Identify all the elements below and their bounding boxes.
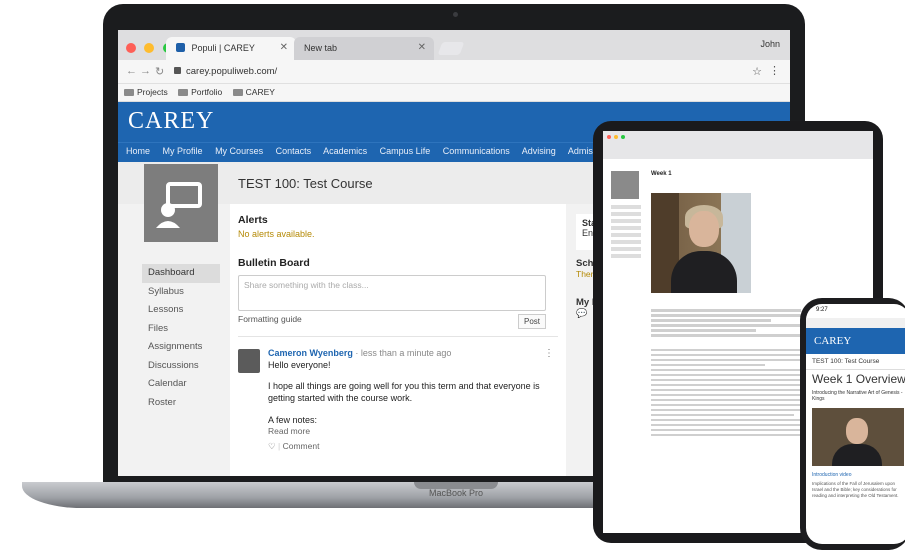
bookmark-portfolio[interactable]: Portfolio xyxy=(178,87,222,97)
tablet-sidebar xyxy=(611,171,641,261)
nav-academics[interactable]: Academics xyxy=(323,146,367,156)
lock-icon xyxy=(174,67,181,74)
sidebar-item-syllabus[interactable]: Syllabus xyxy=(142,283,220,302)
post-author[interactable]: Cameron Wyenberg xyxy=(268,348,353,358)
close-window-icon[interactable] xyxy=(126,43,136,53)
maximize-window-icon[interactable] xyxy=(621,135,626,139)
bulletin-post: Cameron Wyenberg · less than a minute ag… xyxy=(238,347,558,453)
forward-icon[interactable]: → xyxy=(140,65,151,77)
post-menu-icon[interactable]: ⋮ xyxy=(544,347,554,361)
folder-icon xyxy=(232,89,243,96)
nav-communications[interactable]: Communications xyxy=(443,146,510,156)
phone-device: 9:27 CAREY TEST 100: Test Course Week 1 … xyxy=(800,298,905,550)
nav-advising[interactable]: Advising xyxy=(522,146,556,156)
tab-label: New tab xyxy=(304,43,338,53)
bookmark-carey[interactable]: CAREY xyxy=(232,87,275,97)
close-tab-icon[interactable]: ✕ xyxy=(280,42,288,53)
url-text: carey.populiweb.com/ xyxy=(186,66,278,77)
phone-course-title: TEST 100: Test Course xyxy=(806,354,905,370)
minimize-window-icon[interactable] xyxy=(144,43,155,53)
bookmark-label: CAREY xyxy=(245,87,275,97)
minimize-window-icon[interactable] xyxy=(614,135,619,139)
alerts-heading: Alerts xyxy=(238,214,268,226)
lesson-text-block xyxy=(651,309,801,337)
course-sidebar: Dashboard Syllabus Lessons Files Assignm… xyxy=(142,264,220,412)
sidebar-item-roster[interactable]: Roster xyxy=(142,394,220,413)
post-time: · less than a minute ago xyxy=(355,348,452,358)
post-button[interactable]: Post xyxy=(517,314,546,329)
bookmark-star-icon[interactable]: ☆ xyxy=(752,65,762,78)
address-bar-row: ← → ↻ carey.populiweb.com/ ☆ ⋮ xyxy=(118,60,790,84)
course-title: TEST 100: Test Course xyxy=(238,176,373,191)
phone-logo[interactable]: CAREY xyxy=(806,328,905,354)
carey-logo[interactable]: CAREY xyxy=(128,108,214,135)
phone-status-time: 9:27 xyxy=(816,307,828,313)
folder-icon xyxy=(124,89,134,96)
phone-lesson-video[interactable] xyxy=(812,408,904,466)
sidebar-item-calendar[interactable]: Calendar xyxy=(142,375,220,394)
close-window-icon[interactable] xyxy=(607,135,611,139)
phone-lesson-subtitle: Introducing the Narrative Art of Genesis… xyxy=(812,390,903,402)
post-notes: A few notes: xyxy=(268,414,318,425)
nav-contacts[interactable]: Contacts xyxy=(276,146,312,156)
new-tab-button[interactable] xyxy=(437,42,465,55)
bulletin-heading: Bulletin Board xyxy=(238,257,310,269)
dashboard-content: Alerts No alerts available. Bulletin Boa… xyxy=(230,204,566,476)
comment-link[interactable]: Comment xyxy=(283,441,320,451)
nav-campus-life[interactable]: Campus Life xyxy=(380,146,431,156)
sidebar-item-dashboard[interactable]: Dashboard xyxy=(142,264,220,283)
phone-screen: 9:27 CAREY TEST 100: Test Course Week 1 … xyxy=(806,304,905,544)
read-more-link[interactable]: Read more xyxy=(268,426,558,437)
post-actions: ♡ | Comment xyxy=(268,441,320,452)
bulletin-toolbar: Formatting guide Post xyxy=(238,314,546,330)
browser-menu-icon[interactable]: ⋮ xyxy=(769,64,780,77)
bookmark-label: Projects xyxy=(137,87,168,97)
lesson-video[interactable] xyxy=(651,193,751,293)
browser-tab-new[interactable]: New tab ✕ xyxy=(294,37,434,60)
profile-name[interactable]: John xyxy=(760,39,780,49)
browser-tab-populi[interactable]: Populi | CAREY ✕ xyxy=(166,37,296,60)
phone-video-link[interactable]: Introduction video xyxy=(806,470,905,480)
post-body: I hope all things are going well for you… xyxy=(268,381,540,404)
avatar[interactable] xyxy=(238,349,260,373)
nav-home[interactable]: Home xyxy=(126,146,150,156)
nav-my-profile[interactable]: My Profile xyxy=(163,146,203,156)
window-controls xyxy=(607,135,627,140)
bookmarks-bar: Projects Portfolio CAREY xyxy=(118,84,790,102)
favicon-icon xyxy=(176,43,185,52)
sidebar-item-files[interactable]: Files xyxy=(142,320,220,339)
bulletin-input[interactable]: Share something with the class... xyxy=(238,275,546,311)
close-tab-icon[interactable]: ✕ xyxy=(418,42,426,53)
browser-tabbar: Populi | CAREY ✕ New tab ✕ John xyxy=(118,30,790,60)
folder-icon xyxy=(178,89,189,96)
nav-my-courses[interactable]: My Courses xyxy=(215,146,263,156)
phone-week-title: Week 1 Overview xyxy=(812,372,905,386)
post-greeting: Hello everyone! xyxy=(268,360,331,371)
alerts-text: No alerts available. xyxy=(238,229,315,239)
bookmark-label: Portfolio xyxy=(191,87,223,97)
camera-dot xyxy=(453,12,458,17)
course-presentation-icon xyxy=(144,164,218,242)
sidebar-item-discussions[interactable]: Discussions xyxy=(142,357,220,376)
sidebar-item-assignments[interactable]: Assignments xyxy=(142,338,220,357)
bookmark-projects[interactable]: Projects xyxy=(124,87,168,97)
phone-lesson-text: Implications of the Fall of Jerusalem up… xyxy=(812,481,899,498)
reload-icon[interactable]: ↻ xyxy=(155,65,164,78)
sidebar-item-lessons[interactable]: Lessons xyxy=(142,301,220,320)
tablet-week-title: Week 1 xyxy=(651,171,672,177)
divider xyxy=(238,336,558,337)
tab-label: Populi | CAREY xyxy=(191,43,255,53)
back-icon[interactable]: ← xyxy=(126,65,137,77)
heart-icon[interactable]: ♡ xyxy=(268,441,276,451)
tablet-browser-chrome xyxy=(603,131,873,159)
course-presentation-icon xyxy=(611,171,639,199)
formatting-guide-link[interactable]: Formatting guide xyxy=(238,314,302,324)
phone-url-bar[interactable] xyxy=(806,318,905,328)
url-field[interactable]: carey.populiweb.com/ xyxy=(174,64,754,80)
